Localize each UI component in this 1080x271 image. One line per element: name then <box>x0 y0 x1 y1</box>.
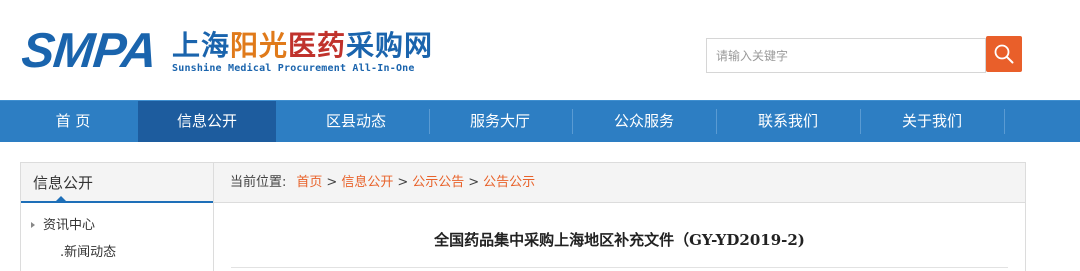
breadcrumb-link-home[interactable]: 首页 <box>296 175 322 190</box>
nav-item-district-news[interactable]: 区县动态 <box>286 101 426 142</box>
caret-right-icon <box>31 221 35 228</box>
site-header: SMPA 上海阳光医药采购网 Sunshine Medical Procurem… <box>0 0 1080 100</box>
nav-divider <box>1004 109 1005 134</box>
search-icon <box>994 44 1014 64</box>
nav-item-public-service[interactable]: 公众服务 <box>573 101 715 142</box>
sidebar-subitem-news[interactable]: .新闻动态 <box>60 244 116 262</box>
breadcrumb-label: 当前位置: <box>230 175 287 190</box>
nav-item-home[interactable]: 首 页 <box>0 101 146 142</box>
nav-item-service-hall[interactable]: 服务大厅 <box>430 101 570 142</box>
sidebar-title-text: 信息公开 <box>33 174 94 192</box>
breadcrumb-link-public-notices[interactable]: 公示公告 <box>412 175 464 190</box>
nav-item-info-disclosure[interactable]: 信息公开 <box>138 101 276 142</box>
logo-mark: SMPA <box>19 24 159 78</box>
breadcrumb-separator: > <box>468 175 480 190</box>
breadcrumb-link-info-disclosure[interactable]: 信息公开 <box>341 175 393 190</box>
breadcrumb-separator: > <box>326 175 338 190</box>
sidebar-item-news-center[interactable]: 资讯中心 <box>31 217 95 235</box>
main-nav: 首 页 信息公开 区县动态 服务大厅 公众服务 联系我们 关于我们 <box>0 100 1080 142</box>
search-button[interactable] <box>986 36 1022 72</box>
caret-up-icon <box>56 196 66 201</box>
breadcrumb-separator: > <box>397 175 409 190</box>
logo-cn-part-3: 医药 <box>288 29 347 62</box>
logo-chinese-name: 上海阳光医药采购网 <box>172 30 433 62</box>
logo-cn-part-4: 采购网 <box>346 29 434 62</box>
sidebar-item-label: 资讯中心 <box>43 218 96 233</box>
main-content: 当前位置: 首页 > 信息公开 > 公示公告 > 公告公示 全国药品集中采购上海地区补充文件（… <box>214 162 1026 271</box>
article-title: 全国药品集中采购上海地区补充文件（GY-YD2019-2) <box>434 231 805 249</box>
logo-cn-part-1: 上海 <box>172 29 231 62</box>
search-box <box>706 38 986 73</box>
nav-item-about-us[interactable]: 关于我们 <box>861 101 1003 142</box>
sidebar: 信息公开 资讯中心 <box>20 162 214 271</box>
search-input[interactable] <box>707 39 985 72</box>
logo-english-name: Sunshine Medical Procurement All-In-One <box>172 63 415 74</box>
sidebar-title: 信息公开 <box>21 163 213 203</box>
breadcrumb: 当前位置: 首页 > 信息公开 > 公示公告 > 公告公示 <box>214 163 1025 203</box>
logo-cn-part-2: 阳光 <box>230 29 289 62</box>
nav-item-contact-us[interactable]: 联系我们 <box>717 101 859 142</box>
divider <box>231 267 1008 268</box>
breadcrumb-link-announcements[interactable]: 公告公示 <box>483 175 535 190</box>
